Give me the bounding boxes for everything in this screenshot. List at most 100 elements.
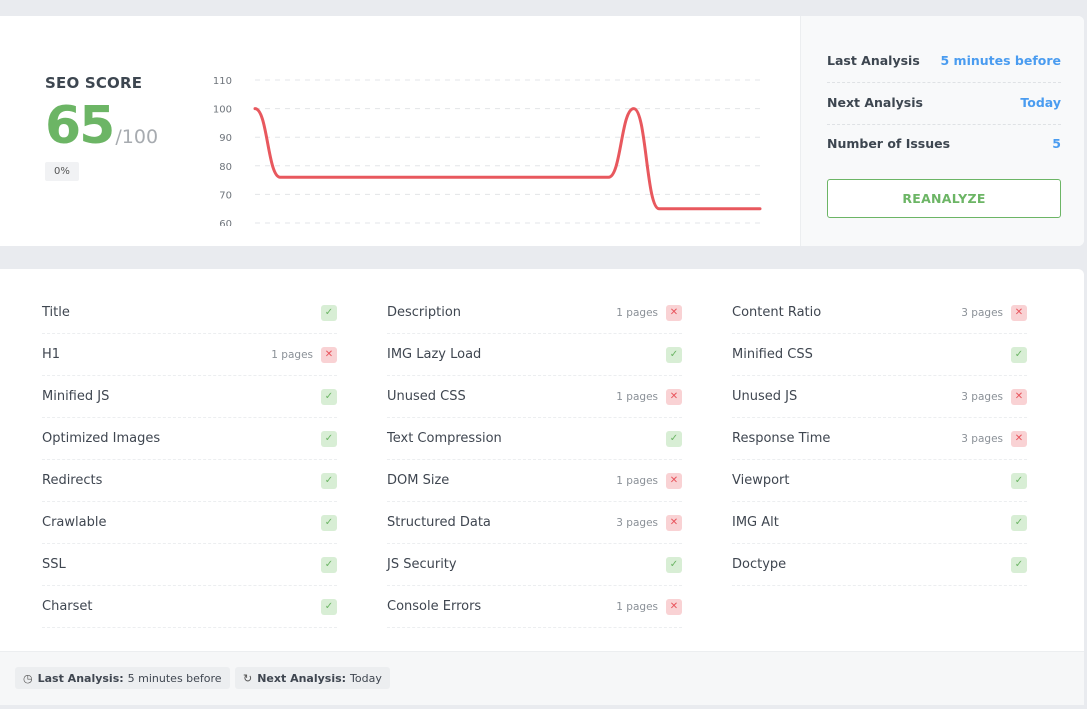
- footer-last-label: Last Analysis:: [37, 671, 124, 685]
- x-icon: ✕: [666, 472, 682, 489]
- check-label: Viewport: [732, 473, 790, 488]
- check-status: ✓: [1011, 346, 1027, 363]
- divider: [827, 124, 1061, 125]
- divider: [827, 82, 1061, 83]
- check-label: Content Ratio: [732, 305, 822, 320]
- stat-label: Number of Issues: [827, 136, 951, 151]
- check-status: ✓: [321, 598, 337, 615]
- check-row: Minified JS ✓: [42, 376, 337, 418]
- clock-icon: ◷: [23, 671, 33, 685]
- check-icon: ✓: [666, 346, 682, 363]
- check-icon: ✓: [321, 472, 337, 489]
- check-row: JS Security ✓: [387, 544, 682, 586]
- check-status: 1 pages ✕: [616, 388, 682, 405]
- x-icon: ✕: [666, 304, 682, 321]
- check-status: ✓: [321, 304, 337, 321]
- check-icon: ✓: [321, 304, 337, 321]
- check-icon: ✓: [321, 430, 337, 447]
- stat-value: 5 minutes before: [940, 53, 1062, 68]
- check-icon: ✓: [666, 556, 682, 573]
- check-status: ✓: [321, 388, 337, 405]
- check-row: IMG Lazy Load ✓: [387, 334, 682, 376]
- affected-pages-count: 3 pages: [961, 432, 1003, 445]
- checks-column-3: Content Ratio 3 pages ✕ Minified CSS ✓ Unused…: [732, 292, 1027, 586]
- stat-number-of-issues: Number of Issues 5: [827, 136, 1061, 151]
- affected-pages-count: 3 pages: [616, 516, 658, 529]
- check-row: Console Errors 1 pages ✕: [387, 586, 682, 628]
- x-icon: ✕: [1011, 430, 1027, 447]
- x-icon: ✕: [321, 346, 337, 363]
- check-label: IMG Lazy Load: [387, 347, 482, 362]
- y-tick-label: 110: [213, 76, 232, 87]
- x-icon: ✕: [666, 598, 682, 615]
- stat-next-analysis: Next Analysis Today: [827, 95, 1061, 110]
- score-value: 65: [45, 96, 115, 156]
- check-row: Redirects ✓: [42, 460, 337, 502]
- check-status: ✓: [321, 472, 337, 489]
- analysis-footer: ◷ Last Analysis: 5 minutes before ↻ Next…: [0, 651, 1084, 705]
- check-status: ✓: [321, 556, 337, 573]
- checks-column-1: Title ✓ H1 1 pages ✕ Minified JS ✓ Optimized Im…: [42, 292, 337, 628]
- check-status: ✓: [321, 430, 337, 447]
- check-row: Minified CSS ✓: [732, 334, 1027, 376]
- check-status: ✓: [321, 514, 337, 531]
- check-label: Text Compression: [387, 431, 502, 446]
- check-icon: ✓: [666, 430, 682, 447]
- check-label: Crawlable: [42, 515, 107, 530]
- reanalyze-button[interactable]: REANALYZE: [827, 179, 1061, 218]
- x-icon: ✕: [666, 388, 682, 405]
- affected-pages-count: 1 pages: [616, 306, 658, 319]
- check-row: Text Compression ✓: [387, 418, 682, 460]
- check-label: Unused JS: [732, 389, 798, 404]
- check-row: H1 1 pages ✕: [42, 334, 337, 376]
- check-label: H1: [42, 347, 61, 362]
- affected-pages-count: 3 pages: [961, 306, 1003, 319]
- footer-next-analysis: ↻ Next Analysis: Today: [235, 667, 390, 689]
- stat-label: Next Analysis: [827, 95, 923, 110]
- chart-svg: 60 70 80 90 100 110: [213, 76, 762, 230]
- check-label: Title: [42, 305, 70, 320]
- check-icon: ✓: [321, 514, 337, 531]
- check-row: Optimized Images ✓: [42, 418, 337, 460]
- check-label: Redirects: [42, 473, 103, 488]
- stat-label: Last Analysis: [827, 53, 920, 68]
- check-status: ✓: [1011, 514, 1027, 531]
- check-label: Unused CSS: [387, 389, 466, 404]
- stat-value: 5: [1052, 136, 1061, 151]
- affected-pages-count: 1 pages: [271, 348, 313, 361]
- check-icon: ✓: [1011, 556, 1027, 573]
- refresh-icon: ↻: [243, 671, 253, 685]
- check-label: Doctype: [732, 557, 787, 572]
- check-label: Console Errors: [387, 599, 482, 614]
- check-icon: ✓: [1011, 472, 1027, 489]
- check-label: Charset: [42, 599, 93, 614]
- y-tick-label: 80: [219, 162, 232, 173]
- seo-score-card: SEO SCORE 65 /100 0% 60 70 80 90 100 110 Last…: [0, 16, 1084, 246]
- check-label: Response Time: [732, 431, 831, 446]
- affected-pages-count: 1 pages: [616, 600, 658, 613]
- affected-pages-count: 3 pages: [961, 390, 1003, 403]
- check-status: ✓: [666, 556, 682, 573]
- check-label: Description: [387, 305, 462, 320]
- y-tick-label: 60: [219, 219, 232, 226]
- check-icon: ✓: [321, 598, 337, 615]
- check-label: DOM Size: [387, 473, 450, 488]
- score-history-chart: 60 70 80 90 100 110: [200, 56, 780, 230]
- check-row: Doctype ✓: [732, 544, 1027, 586]
- check-status: 1 pages ✕: [616, 472, 682, 489]
- check-status: 1 pages ✕: [616, 598, 682, 615]
- check-row: IMG Alt ✓: [732, 502, 1027, 544]
- checks-column-2: Description 1 pages ✕ IMG Lazy Load ✓ Unused …: [387, 292, 682, 628]
- check-row: Unused CSS 1 pages ✕: [387, 376, 682, 418]
- affected-pages-count: 1 pages: [616, 474, 658, 487]
- check-row: Viewport ✓: [732, 460, 1027, 502]
- score-max: /100: [115, 126, 159, 148]
- check-status: ✓: [666, 346, 682, 363]
- stat-last-analysis: Last Analysis 5 minutes before: [827, 53, 1061, 68]
- check-status: 3 pages ✕: [961, 304, 1027, 321]
- score-change-badge: 0%: [45, 162, 79, 181]
- check-icon: ✓: [321, 388, 337, 405]
- check-status: 1 pages ✕: [616, 304, 682, 321]
- check-status: ✓: [666, 430, 682, 447]
- footer-last-analysis: ◷ Last Analysis: 5 minutes before: [15, 667, 230, 689]
